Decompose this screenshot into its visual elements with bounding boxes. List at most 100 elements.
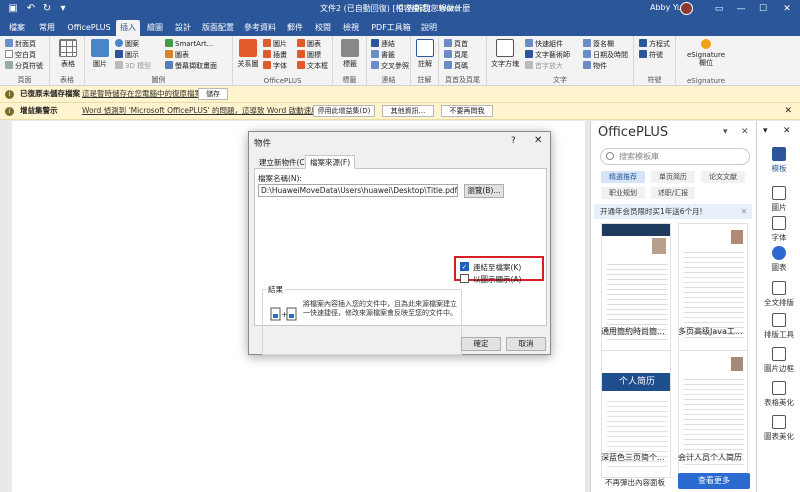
- chip-papers[interactable]: 论文文献: [701, 171, 745, 183]
- relation-chart-button[interactable]: 关系圖: [236, 39, 260, 69]
- minimize-icon[interactable]: —: [730, 1, 752, 17]
- customize-quick-access-icon[interactable]: ▾: [56, 2, 70, 16]
- tab-officeplus[interactable]: OfficePLUS: [64, 20, 114, 36]
- cancel-button[interactable]: 取消: [506, 337, 546, 351]
- symbol-button[interactable]: 符號: [639, 50, 663, 60]
- toolbar-layout-tools[interactable]: 排版工具: [757, 313, 800, 340]
- equation-button[interactable]: 方程式: [639, 39, 670, 49]
- toolbar-pictures[interactable]: 圖片: [757, 186, 800, 213]
- save-button[interactable]: 儲存: [198, 88, 228, 100]
- table-button[interactable]: 表格: [56, 39, 80, 69]
- op-icon-button[interactable]: 圖標: [297, 50, 321, 60]
- dont-show-panel-link[interactable]: 不再彈出內容面板: [605, 477, 665, 488]
- toolbar-full-layout[interactable]: 全文排版: [757, 281, 800, 308]
- op-illustration-icon: [263, 50, 271, 58]
- chart-button[interactable]: 圖表: [165, 50, 189, 60]
- tab-draw[interactable]: 繪圖: [142, 20, 168, 36]
- close-bar-icon[interactable]: ✕: [784, 103, 792, 119]
- op-font-button[interactable]: 字体: [263, 61, 287, 71]
- undo-icon[interactable]: ↶: [24, 2, 38, 16]
- close-icon[interactable]: ✕: [776, 1, 798, 17]
- op-textbox-button[interactable]: 文本框: [297, 61, 328, 71]
- date-time-button[interactable]: 日期及時間: [583, 50, 628, 60]
- tab-pdf-toolbox[interactable]: PDF工具箱: [366, 20, 416, 36]
- blank-page-button[interactable]: 空白頁: [5, 50, 36, 60]
- dialog-close-icon[interactable]: ✕: [534, 135, 542, 146]
- chip-career[interactable]: 职业规划: [601, 187, 645, 199]
- text-box-button[interactable]: 文字方塊: [490, 39, 520, 69]
- quick-parts-button[interactable]: 快速組件: [525, 39, 563, 49]
- wordart-button[interactable]: 文字藝術師: [525, 50, 570, 60]
- page-break-button[interactable]: 分頁符號: [5, 61, 43, 71]
- display-as-icon-checkbox[interactable]: [460, 274, 469, 283]
- bookmark-button[interactable]: 書籤: [371, 50, 395, 60]
- toolbar-table-beautify[interactable]: 表格美化: [757, 381, 800, 408]
- tell-me-search[interactable]: ⚲ 告訴我您想做什麼: [398, 3, 526, 15]
- disable-addin-button[interactable]: 停用此增益集(D): [313, 105, 375, 117]
- template-search-input[interactable]: 搜索模板庫: [600, 148, 750, 165]
- tab-view[interactable]: 檢視: [338, 20, 364, 36]
- tab-mailings[interactable]: 郵件: [282, 20, 308, 36]
- op-picture-button[interactable]: 圖片: [263, 39, 287, 49]
- cross-reference-button[interactable]: 交叉參照: [371, 61, 409, 71]
- chip-report[interactable]: 述职/汇报: [651, 187, 695, 199]
- tab-file[interactable]: 檔案: [4, 20, 30, 36]
- view-more-button[interactable]: 查看更多: [678, 473, 750, 489]
- tab-create-from-file[interactable]: 檔案來源(F): [305, 155, 356, 169]
- pane-options-icon[interactable]: ▾: [723, 127, 728, 137]
- maximize-icon[interactable]: ☐: [752, 1, 774, 17]
- filename-field[interactable]: D:\HuaweiMoveData\Users\huawei\Desktop\T…: [258, 184, 458, 197]
- ribbon-display-icon[interactable]: ▭: [708, 1, 730, 17]
- promo-banner[interactable]: 开通年会员限时买1年送6个月! ✕: [594, 204, 752, 219]
- user-name[interactable]: Abby Yu: [650, 3, 682, 12]
- tab-help[interactable]: 說明: [416, 20, 442, 36]
- tab-references[interactable]: 參考資料: [240, 20, 280, 36]
- tag-button[interactable]: 標籤: [338, 39, 362, 69]
- toolbar-fonts[interactable]: 字体: [757, 216, 800, 243]
- pane-close-icon[interactable]: ✕: [741, 127, 749, 137]
- tab-home[interactable]: 常用: [34, 20, 60, 36]
- op-illustration-button[interactable]: 插畫: [263, 50, 287, 60]
- tab-create-new[interactable]: 建立新物件(C): [254, 155, 313, 169]
- header-button[interactable]: 頁首: [444, 39, 468, 49]
- picture-button[interactable]: 圖片: [89, 39, 111, 69]
- tab-design[interactable]: 設計: [170, 20, 196, 36]
- tab-layout[interactable]: 版面配置: [198, 20, 238, 36]
- help-icon[interactable]: ?: [511, 136, 516, 146]
- shapes-button[interactable]: 圖案: [115, 39, 139, 49]
- drop-cap-button[interactable]: 首字放大: [525, 61, 563, 71]
- cover-page-button[interactable]: 封面頁: [5, 39, 36, 49]
- toolbar-options-icon[interactable]: ▾: [763, 126, 768, 136]
- comment-button[interactable]: 註解: [414, 39, 436, 69]
- toolbar-templates[interactable]: 模板: [757, 147, 800, 174]
- link-to-file-checkbox[interactable]: ✓: [460, 262, 469, 271]
- screenshot-button[interactable]: 螢幕擷取畫面: [165, 61, 217, 71]
- toolbar-close-icon[interactable]: ✕: [783, 126, 791, 136]
- op-chart-button[interactable]: 圖表: [297, 39, 321, 49]
- esignature-field-button[interactable]: eSignature 欄位: [682, 39, 730, 67]
- toolbar-picture-border[interactable]: 圖片边框: [757, 347, 800, 374]
- chip-featured[interactable]: 精選推荐: [601, 171, 645, 183]
- page-number-button[interactable]: 頁碼: [444, 61, 468, 71]
- link-button[interactable]: 連結: [371, 39, 395, 49]
- ok-button[interactable]: 確定: [461, 337, 501, 351]
- dont-ask-again-button[interactable]: 不要再問我: [441, 105, 493, 117]
- icons-button[interactable]: 圖示: [115, 50, 139, 60]
- browse-button[interactable]: 瀏覽(B)...: [464, 184, 504, 198]
- signature-line-button[interactable]: 簽名欄: [583, 39, 614, 49]
- toolbar-table-beautify-label: 表格美化: [764, 398, 794, 407]
- avatar[interactable]: [680, 2, 693, 15]
- redo-icon[interactable]: ↻: [40, 2, 54, 16]
- toolbar-charts[interactable]: 圖表: [757, 246, 800, 273]
- tab-review[interactable]: 校閱: [310, 20, 336, 36]
- footer-button[interactable]: 頁尾: [444, 50, 468, 60]
- chip-single-resume[interactable]: 单页简历: [651, 171, 695, 183]
- save-icon[interactable]: ▣: [6, 2, 20, 16]
- smartart-button[interactable]: SmartArt...: [165, 39, 213, 49]
- promo-close-icon[interactable]: ✕: [741, 204, 747, 219]
- more-info-button[interactable]: 其他資訊...: [382, 105, 434, 117]
- 3d-models-button[interactable]: 3D 模型: [115, 61, 151, 71]
- toolbar-chart-beautify[interactable]: 圖表美化: [757, 415, 800, 442]
- object-button[interactable]: 物件: [583, 61, 607, 71]
- tab-insert[interactable]: 插入: [116, 20, 140, 36]
